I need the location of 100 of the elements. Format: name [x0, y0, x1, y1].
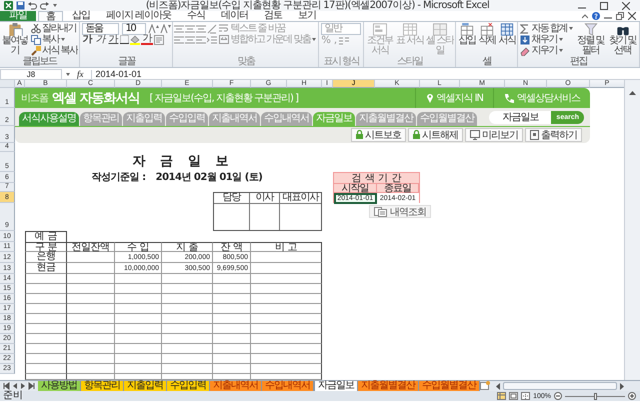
- previous-sheet-icon[interactable]: [12, 382, 18, 390]
- indent-icon[interactable]: [207, 36, 218, 44]
- ribbon-button[interactable]: 삭제: [477, 23, 496, 46]
- first-sheet-icon[interactable]: [3, 382, 10, 390]
- ribbon-tab[interactable]: 수식: [180, 11, 212, 21]
- align-middle-icon[interactable]: [185, 24, 196, 32]
- font-style-button[interactable]: 가: [81, 34, 94, 45]
- lock-icon: [356, 130, 363, 140]
- ribbon-tab[interactable]: 삽입: [65, 11, 97, 21]
- ribbon-button[interactable]: 정렬 및 필터: [575, 23, 606, 56]
- table-cell: [115, 294, 162, 304]
- table-cell: [251, 344, 322, 354]
- ribbon-button[interactable]: 서식: [497, 23, 516, 46]
- zoom-in-icon[interactable]: [628, 392, 636, 400]
- toolbar-button[interactable]: 출력하기: [525, 128, 582, 142]
- sheet-tab[interactable]: 지출입력: [124, 381, 167, 391]
- shrink-font-icon[interactable]: [160, 24, 172, 34]
- close-icon[interactable]: [622, 2, 630, 10]
- toolbar-button[interactable]: 미리보기: [465, 128, 523, 142]
- close-icon[interactable]: [628, 12, 636, 20]
- table-header: 잔 액: [213, 242, 251, 252]
- scroll-left-icon[interactable]: [495, 382, 501, 390]
- table-cell: [251, 294, 322, 304]
- name-box[interactable]: J8: [0, 68, 62, 80]
- ribbon-button[interactable]: 찾기 및 선택: [607, 23, 638, 56]
- help-icon[interactable]: [592, 12, 600, 20]
- align-top-icon[interactable]: [174, 24, 184, 32]
- page-break-icon[interactable]: [521, 392, 530, 400]
- table-cell: [25, 274, 67, 284]
- last-sheet-icon[interactable]: [28, 382, 35, 390]
- table-cell: [213, 354, 251, 364]
- phonetic-icon[interactable]: [154, 34, 164, 44]
- file-tab[interactable]: 파일: [0, 11, 36, 21]
- font-style-button[interactable]: 가: [141, 34, 154, 45]
- sheet-tab[interactable]: 수입입력: [167, 381, 210, 391]
- scroll-right-icon[interactable]: [619, 382, 625, 390]
- ribbon-button[interactable]: 서식 복사: [30, 45, 78, 56]
- font-style-button[interactable]: 가: [107, 34, 120, 45]
- border-icon[interactable]: [120, 35, 130, 44]
- redo-icon[interactable]: [40, 1, 49, 10]
- table-cell: [115, 354, 162, 364]
- sheet-tab[interactable]: 사용방법: [38, 381, 81, 391]
- font-name-field[interactable]: 돋움: [82, 23, 120, 34]
- ribbon-button[interactable]: 복사: [30, 34, 78, 45]
- font-style-button[interactable]: 가: [94, 34, 106, 45]
- font-size-field[interactable]: 10: [122, 23, 146, 34]
- scroll-up-icon[interactable]: [629, 90, 636, 96]
- orientation-icon[interactable]: [207, 24, 218, 34]
- ribbon-button[interactable]: 자동 합계: [519, 23, 574, 34]
- spreadsheet-icon[interactable]: [4, 1, 13, 10]
- ribbon-button[interactable]: 붙여넣기: [1, 23, 29, 56]
- lock-icon: [413, 130, 420, 140]
- decimal-icon[interactable]: [339, 36, 350, 46]
- ribbon-tab[interactable]: 보기: [291, 11, 324, 21]
- ribbon-tab[interactable]: 검토: [257, 11, 290, 21]
- normal-view-icon[interactable]: [497, 392, 506, 400]
- new-sheet-icon[interactable]: [480, 381, 490, 391]
- caret-icon[interactable]: [53, 4, 57, 7]
- slider-thumb[interactable]: [594, 392, 597, 400]
- formula-field[interactable]: 2014-01-01: [90, 70, 640, 78]
- sheet-tab[interactable]: 자금일보: [314, 381, 358, 391]
- table-cell: [115, 304, 162, 314]
- toolbar-button[interactable]: 시트해제: [408, 128, 463, 142]
- collapse-ribbon-icon[interactable]: [582, 13, 588, 19]
- function-button[interactable]: fx: [73, 69, 88, 79]
- align-bottom-icon[interactable]: [196, 24, 206, 32]
- grow-font-icon[interactable]: [148, 24, 160, 34]
- align-right-icon[interactable]: [196, 36, 206, 44]
- table-cell: [67, 252, 115, 263]
- fill-color-icon[interactable]: [130, 34, 140, 44]
- ribbon-tab[interactable]: 데이터: [214, 11, 256, 21]
- next-sheet-icon[interactable]: [20, 382, 26, 390]
- toolbar-button[interactable]: 시트보호: [351, 128, 406, 142]
- table-cell: [67, 324, 115, 334]
- ribbon-button[interactable]: 잘라내기: [30, 23, 78, 34]
- table-cell: [213, 324, 251, 334]
- vertical-scrollbar[interactable]: [624, 80, 640, 380]
- align-left-icon[interactable]: [174, 36, 184, 44]
- ribbon-button[interactable]: 지우기: [519, 45, 574, 56]
- undo-icon[interactable]: [28, 1, 37, 10]
- page-layout-icon[interactable]: [509, 392, 518, 400]
- table-cell: [67, 314, 115, 324]
- table-header: 지 출: [162, 242, 213, 252]
- lookup-button[interactable]: 내역조회: [369, 205, 431, 218]
- ribbon-button[interactable]: 채우기: [519, 34, 574, 45]
- table-cell: [213, 284, 251, 294]
- zoom-out-icon[interactable]: [554, 392, 562, 400]
- ribbon-button[interactable]: 삽입: [457, 23, 476, 46]
- sheet-tab[interactable]: 항목관리: [81, 381, 124, 391]
- ribbon-tab[interactable]: 페이지 레이아웃: [99, 11, 178, 21]
- maximize-icon[interactable]: [600, 2, 608, 10]
- restore-icon[interactable]: [616, 12, 624, 20]
- horizontal-scrollbar[interactable]: [503, 382, 617, 390]
- table-cell: [251, 274, 322, 284]
- align-center-icon[interactable]: [185, 36, 196, 44]
- fill-down-icon: [520, 34, 530, 44]
- ribbon-tab[interactable]: 홈: [38, 11, 63, 21]
- search-field[interactable]: 자금일보: [489, 110, 552, 124]
- table-cell: [213, 364, 251, 374]
- save-icon[interactable]: [16, 1, 25, 10]
